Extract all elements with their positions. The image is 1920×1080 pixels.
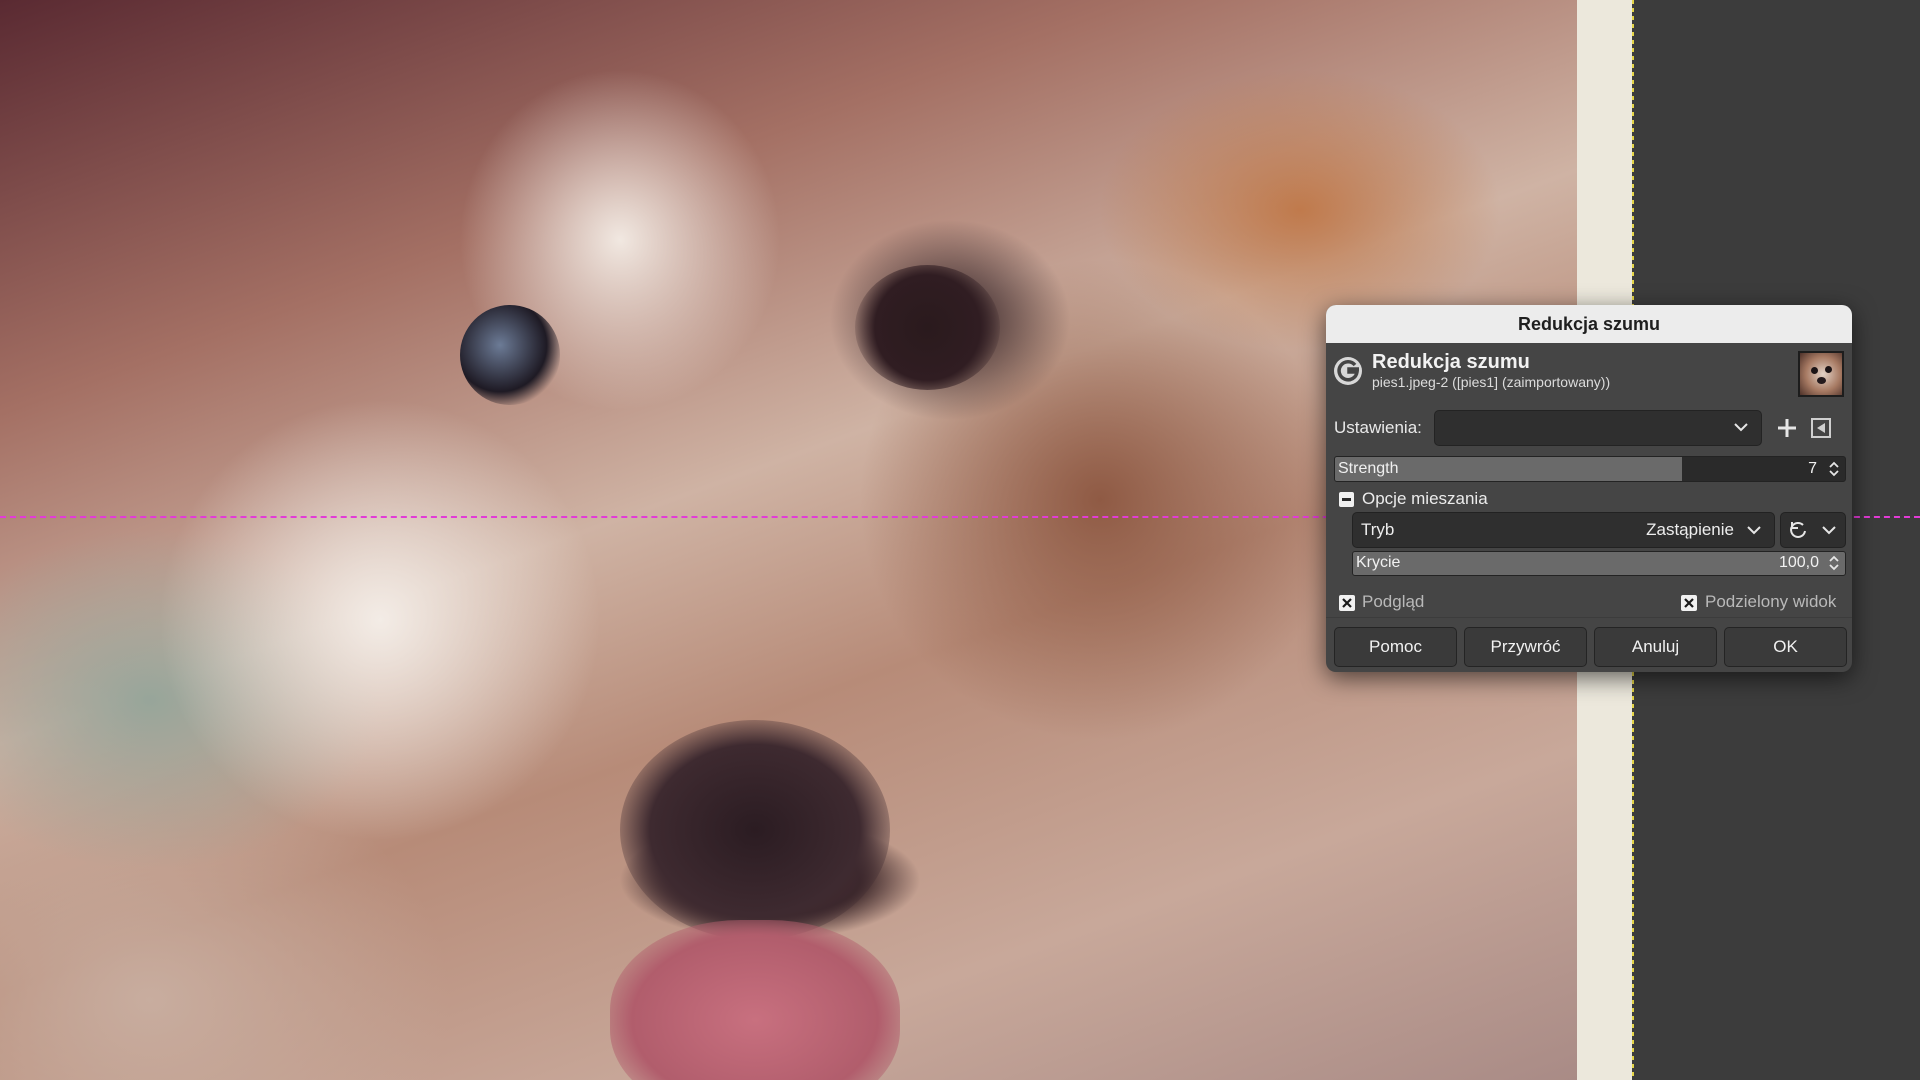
check-x-icon [1684,598,1694,608]
thumbnail-nose [1817,377,1826,384]
reset-icon[interactable] [1810,417,1832,439]
dialog-header-subtitle: pies1.jpeg-2 ([pies1] (zaimportowany)) [1372,374,1611,390]
strength-value: 7 [1808,460,1817,477]
gimp-icon [1334,357,1362,385]
noise-reduction-dialog: Redukcja szumu Redukcja szumu pies1.jpeg… [1326,305,1852,672]
check-x-icon [1342,598,1352,608]
dialog-divider [1326,617,1852,618]
chevron-down-icon [1734,423,1748,432]
image-thumbnail [1798,351,1844,397]
split-view-label[interactable]: Podzielony widok [1705,592,1836,612]
photo-region-tongue [610,920,900,1080]
spin-arrows-icon[interactable] [1827,459,1841,479]
dialog-titlebar[interactable]: Redukcja szumu [1326,305,1852,343]
blending-options-label[interactable]: Opcje mieszania [1362,489,1488,509]
spin-arrows-icon[interactable] [1827,553,1841,573]
blend-mode-label: Tryb [1361,520,1395,539]
opacity-value: 100,0 [1778,554,1819,571]
dialog-header: Redukcja szumu pies1.jpeg-2 ([pies1] (za… [1326,343,1852,403]
photo-region-nose [620,720,890,940]
plus-icon[interactable] [1774,415,1800,441]
opacity-label: Krycie [1356,554,1401,571]
cancel-button[interactable]: Anuluj [1594,627,1717,667]
blend-mode-value: Zastąpienie [1646,520,1734,539]
photo-region-eye-left [460,305,560,405]
dialog-window-title: Redukcja szumu [1517,313,1661,334]
help-button[interactable]: Pomoc [1334,627,1457,667]
strength-slider[interactable]: Strength 7 [1334,456,1846,482]
blend-mode-combo[interactable]: Tryb Zastąpienie [1352,512,1775,548]
preview-label[interactable]: Podgląd [1362,592,1424,612]
thumbnail-eye [1825,366,1832,373]
strength-label: Strength [1338,460,1399,477]
photo-region-eye-right [855,265,1000,390]
composite-mode-button[interactable] [1780,512,1846,548]
ok-button[interactable]: OK [1724,627,1847,667]
thumbnail-eye [1811,367,1818,374]
chevron-down-icon [1822,526,1836,535]
preview-checkbox[interactable] [1339,595,1355,611]
settings-label: Ustawienia: [1334,418,1422,437]
chevron-down-icon [1747,526,1761,535]
settings-combo[interactable] [1434,410,1762,446]
composite-mode-icon [1790,522,1806,538]
split-view-checkbox[interactable] [1681,595,1697,611]
reset-button[interactable]: Przywróć [1464,627,1587,667]
dialog-header-title: Redukcja szumu [1372,351,1530,373]
opacity-slider[interactable]: Krycie 100,0 [1352,551,1846,576]
collapse-toggle[interactable] [1339,492,1354,507]
